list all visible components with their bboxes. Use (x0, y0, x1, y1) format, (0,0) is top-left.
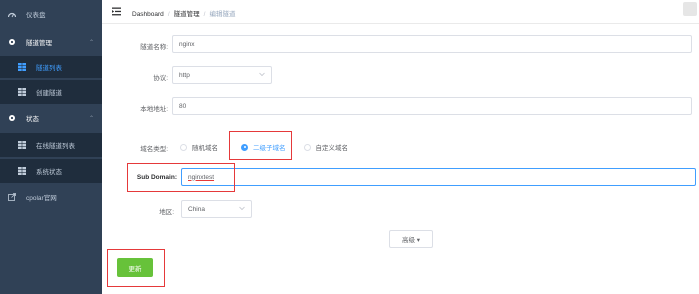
advanced-toggle-button[interactable]: 高级 ▾ (389, 230, 433, 248)
region-select[interactable]: China (181, 200, 252, 218)
sidebar-item-label: 状态 (26, 116, 39, 123)
breadcrumb-dashboard[interactable]: Dashboard (132, 11, 164, 18)
breadcrumb-separator: / (167, 11, 170, 18)
dashboard-icon (6, 11, 18, 18)
grid-icon (16, 63, 28, 71)
highlight-box-sub-domain (127, 163, 235, 192)
sidebar-item-cpolar-site[interactable]: cpolar官网 (0, 189, 102, 205)
local-address-input[interactable]: 80 (172, 97, 692, 115)
radio-label: 随机域名 (192, 145, 218, 152)
tunnel-name-label: 隧道名称: (140, 44, 168, 51)
sidebar-item-label: 隧道列表 (36, 65, 62, 72)
protocol-label: 协议: (153, 75, 168, 82)
chevron-down-icon (259, 71, 265, 77)
sidebar: 仪表盘 隧道管理 ⌃ 隧道列表 创建隧道 状态 ⌃ 在线隧道列表 系统状态 cp… (0, 0, 102, 294)
breadcrumb-tunnel-management[interactable]: 隧道管理 (174, 11, 200, 18)
hamburger-menu-icon[interactable] (112, 7, 121, 16)
grid-icon (16, 88, 28, 96)
sidebar-item-tunnel-management[interactable]: 隧道管理 ⌃ (0, 34, 102, 50)
grid-icon (16, 167, 28, 175)
breadcrumb-current: 编辑隧道 (209, 11, 236, 18)
sidebar-item-create-tunnel[interactable]: 创建隧道 (0, 80, 102, 104)
sidebar-item-label: 仪表盘 (26, 12, 46, 19)
sidebar-item-label: 创建隧道 (36, 90, 62, 97)
sidebar-item-label: 系统状态 (36, 169, 62, 176)
sidebar-item-online-tunnels[interactable]: 在线隧道列表 (0, 133, 102, 157)
tunnel-name-input[interactable]: nginx (172, 35, 692, 53)
local-address-label: 本地地址: (140, 106, 168, 113)
radio-circle-icon (303, 143, 311, 151)
radio-circle-icon (180, 143, 187, 151)
sidebar-item-system-status[interactable]: 系统状态 (0, 159, 102, 183)
top-navbar: Dashboard / 隧道管理 / 编辑隧道 (102, 0, 699, 24)
chevron-up-icon: ⌃ (88, 39, 94, 46)
protocol-value: http (179, 71, 190, 79)
chevron-up-icon: ⌃ (88, 115, 94, 122)
grid-icon (16, 141, 28, 149)
external-link-icon (6, 193, 18, 201)
sub-domain-input[interactable]: nginxtest (181, 168, 696, 186)
region-label: 地区: (159, 209, 174, 216)
region-value: China (188, 205, 205, 213)
protocol-select[interactable]: http (172, 66, 272, 84)
radio-custom-domain[interactable]: 自定义域名 (303, 142, 349, 152)
breadcrumb: Dashboard / 隧道管理 / 编辑隧道 (132, 8, 235, 18)
sidebar-item-label: cpolar官网 (26, 195, 57, 202)
avatar[interactable] (683, 2, 697, 16)
highlight-box-update (107, 249, 165, 287)
highlight-box-subdomain-option (229, 131, 292, 160)
sidebar-item-status[interactable]: 状态 ⌃ (0, 110, 102, 126)
sidebar-item-dashboard[interactable]: 仪表盘 (0, 6, 102, 22)
sidebar-item-label: 隧道管理 (26, 40, 52, 47)
local-address-value: 80 (179, 102, 187, 110)
domain-type-label: 域名类型: (140, 146, 168, 153)
gear-icon (6, 38, 18, 46)
radio-random-domain[interactable]: 随机域名 (180, 142, 218, 152)
tunnel-name-value: nginx (179, 40, 195, 48)
gear-icon (6, 114, 18, 122)
chevron-down-icon (239, 205, 245, 211)
sidebar-item-tunnel-list[interactable]: 隧道列表 (0, 56, 102, 78)
sidebar-item-label: 在线隧道列表 (36, 143, 75, 150)
radio-label: 自定义域名 (315, 145, 349, 152)
breadcrumb-separator: / (203, 11, 206, 18)
